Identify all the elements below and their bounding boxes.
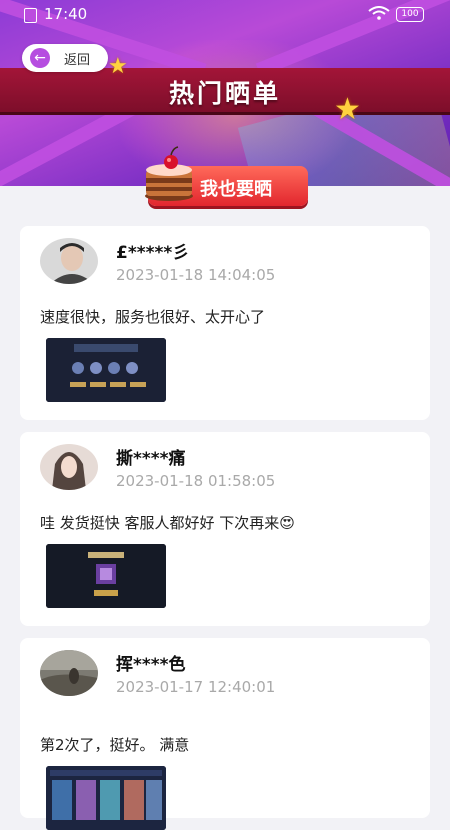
- username: 撕****痛: [116, 449, 186, 469]
- back-label: 返回: [64, 53, 91, 68]
- review-text: 哇 发货挺快 客服人都好好 下次再来😍: [40, 514, 295, 532]
- status-bar: 17:40 100: [0, 0, 450, 28]
- review-text: 速度很快，服务也很好、太开心了: [40, 308, 266, 326]
- review-card: 挥****色 2023-01-17 12:40:01 第2次了，挺好。 满意: [20, 638, 430, 830]
- header-banner: 热门晒单 ★ ★ 17:40 100 ← 返回: [0, 0, 450, 186]
- avatar[interactable]: [40, 444, 98, 490]
- review-image[interactable]: [46, 544, 166, 608]
- review-card: £*****彡 2023-01-18 14:04:05 速度很快，服务也很好、太…: [20, 226, 430, 420]
- page-title: 热门晒单: [168, 79, 281, 108]
- avatar[interactable]: [40, 650, 98, 696]
- post-button-label: 我也要晒: [200, 179, 272, 200]
- arrow-left-icon: ←: [30, 48, 50, 68]
- avatar[interactable]: [40, 238, 98, 284]
- review-card: 撕****痛 2023-01-18 01:58:05 哇 发货挺快 客服人都好好…: [20, 432, 430, 626]
- review-image[interactable]: [46, 338, 166, 402]
- star-icon: ★: [108, 54, 128, 79]
- post-date: 2023-01-17 12:40:01: [116, 678, 276, 696]
- post-date: 2023-01-18 14:04:05: [116, 266, 276, 284]
- review-text: 第2次了，挺好。 满意: [40, 736, 190, 754]
- star-icon: ★: [334, 92, 361, 127]
- cake-icon: [145, 146, 193, 201]
- post-date: 2023-01-18 01:58:05: [116, 472, 276, 490]
- battery-icon: 100: [396, 7, 424, 22]
- wifi-icon: [368, 6, 390, 20]
- username: 挥****色: [116, 655, 186, 675]
- sim-icon: [24, 8, 37, 23]
- status-time: 17:40: [44, 5, 88, 23]
- review-image[interactable]: [46, 766, 166, 830]
- back-button[interactable]: ← 返回: [22, 44, 108, 72]
- username: £*****彡: [116, 243, 190, 263]
